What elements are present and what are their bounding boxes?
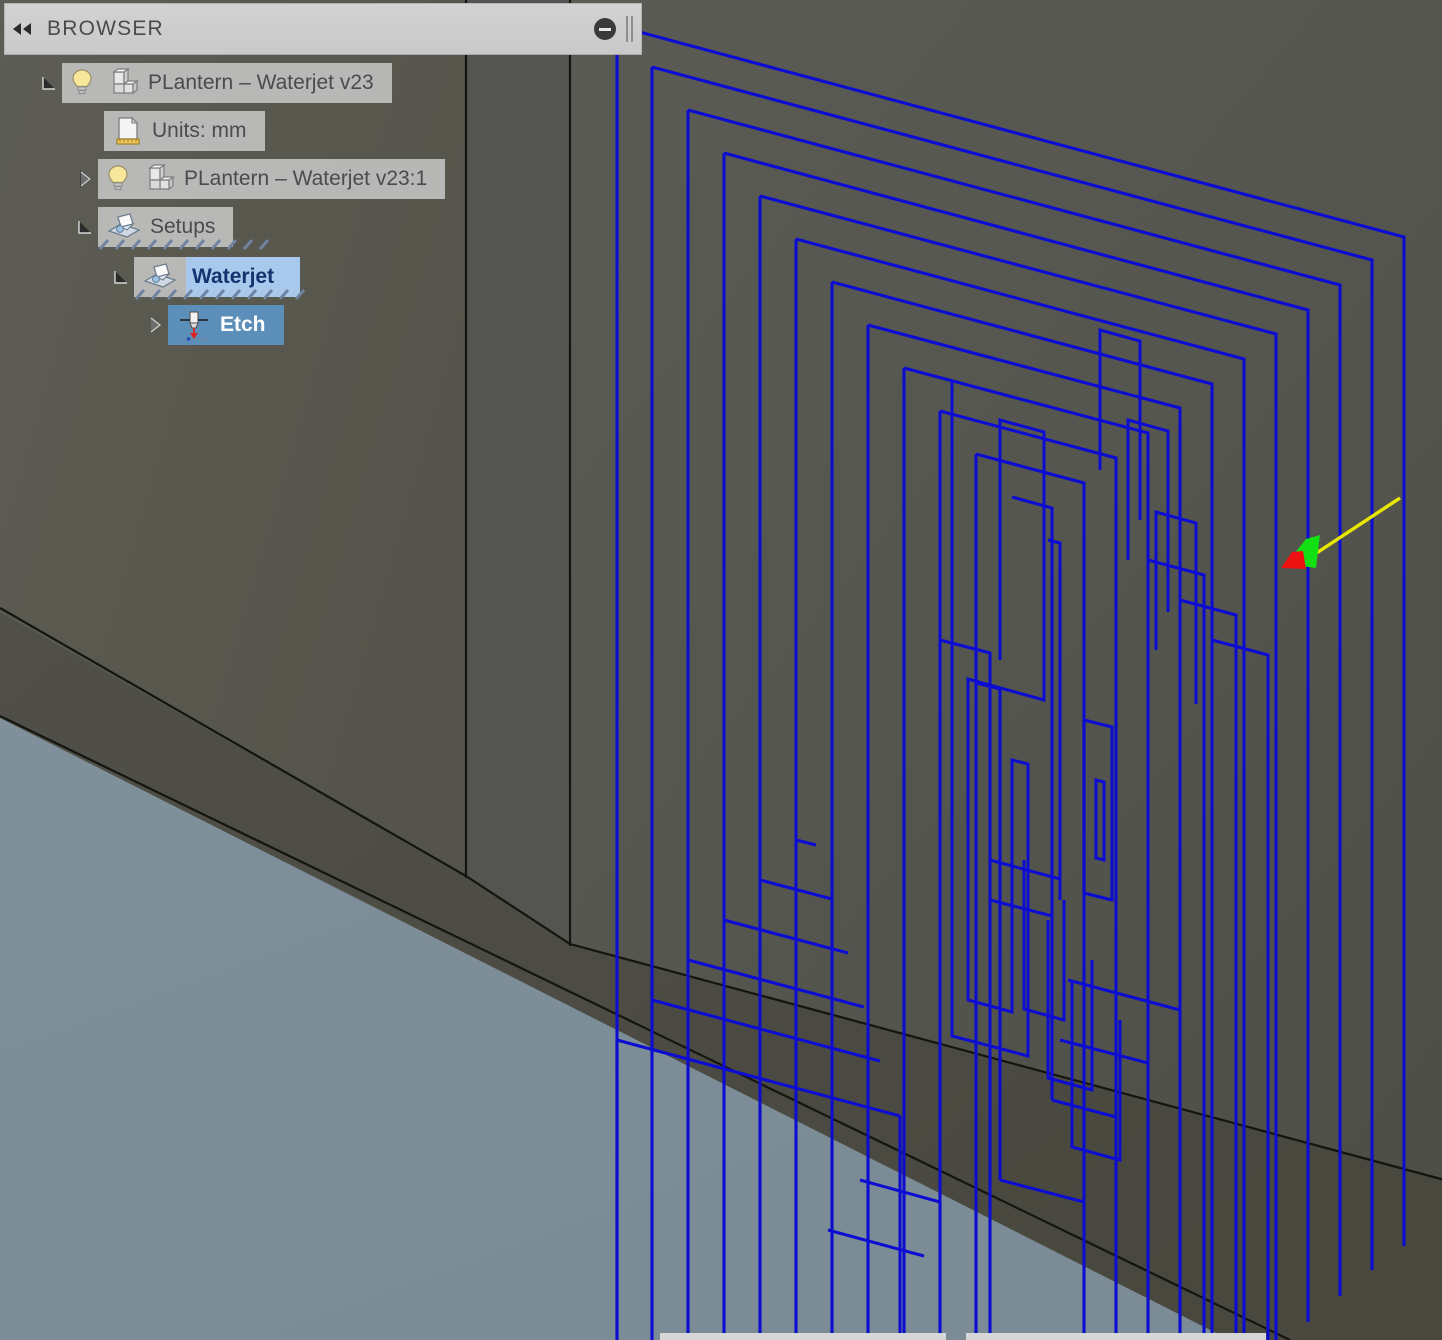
timeline-segment-left[interactable] <box>660 1333 946 1340</box>
tree-item-units[interactable]: Units: mm <box>104 111 265 151</box>
tree-item-setups-folder[interactable]: Setups <box>98 207 270 250</box>
double-chevron-left-icon[interactable] <box>5 4 39 54</box>
tree-row[interactable]: PLantern – Waterjet v23:1 <box>0 159 645 199</box>
tree-item-label: Etch <box>220 313 266 336</box>
tree-row[interactable]: Units: mm <box>0 111 645 151</box>
lightbulb-icon[interactable] <box>98 164 138 194</box>
tree-item-label: Setups <box>150 215 216 238</box>
twisty-collapsed-icon[interactable] <box>142 305 168 345</box>
tree-item-operation-etch[interactable]: Etch <box>168 305 284 345</box>
tree-item-label: Waterjet <box>192 265 275 288</box>
lightbulb-icon[interactable] <box>62 68 102 98</box>
tree-item-selection-highlight: Waterjet <box>186 257 301 297</box>
twisty-placeholder <box>78 111 104 151</box>
setup-icon[interactable] <box>134 261 186 293</box>
waterjet-tool-icon[interactable] <box>168 308 220 342</box>
tree-item-label: Units: mm <box>152 119 247 142</box>
setup-folder-icon[interactable] <box>98 211 150 243</box>
timeline-segment-right[interactable] <box>966 1333 1266 1340</box>
browser-panel-header[interactable]: BROWSER <box>4 3 642 55</box>
minimize-icon[interactable] <box>594 18 616 40</box>
tree-row[interactable]: Etch <box>0 305 645 345</box>
browser-panel-title: BROWSER <box>47 17 164 40</box>
component-icon[interactable] <box>138 164 184 194</box>
browser-panel[interactable]: BROWSER PLantern – Waterjet v23 Units: m… <box>0 0 645 353</box>
twisty-expanded-icon[interactable] <box>36 63 62 103</box>
tree-item-root-document[interactable]: PLantern – Waterjet v23 <box>62 63 392 103</box>
browser-panel-header-controls[interactable] <box>594 4 635 54</box>
tree-item-label: PLantern – Waterjet v23 <box>148 71 374 94</box>
tree-row[interactable]: Setups <box>0 207 645 250</box>
tree-row[interactable]: PLantern – Waterjet v23 <box>0 63 645 103</box>
twisty-expanded-icon[interactable] <box>108 257 134 297</box>
tree-item-setup-waterjet[interactable]: Waterjet <box>134 257 306 300</box>
document-ruler-icon[interactable] <box>104 115 152 147</box>
resize-grip-icon[interactable] <box>626 16 635 42</box>
component-icon[interactable] <box>102 68 148 98</box>
tree-item-component-occurrence[interactable]: PLantern – Waterjet v23:1 <box>98 159 446 199</box>
twisty-collapsed-icon[interactable] <box>72 159 98 199</box>
browser-tree[interactable]: PLantern – Waterjet v23 Units: mm PLante… <box>0 55 645 345</box>
twisty-expanded-icon[interactable] <box>72 207 98 247</box>
application-window: BROWSER PLantern – Waterjet v23 Units: m… <box>0 0 1442 1340</box>
tree-item-label: PLantern – Waterjet v23:1 <box>184 167 428 190</box>
tree-row[interactable]: Waterjet <box>0 257 645 300</box>
